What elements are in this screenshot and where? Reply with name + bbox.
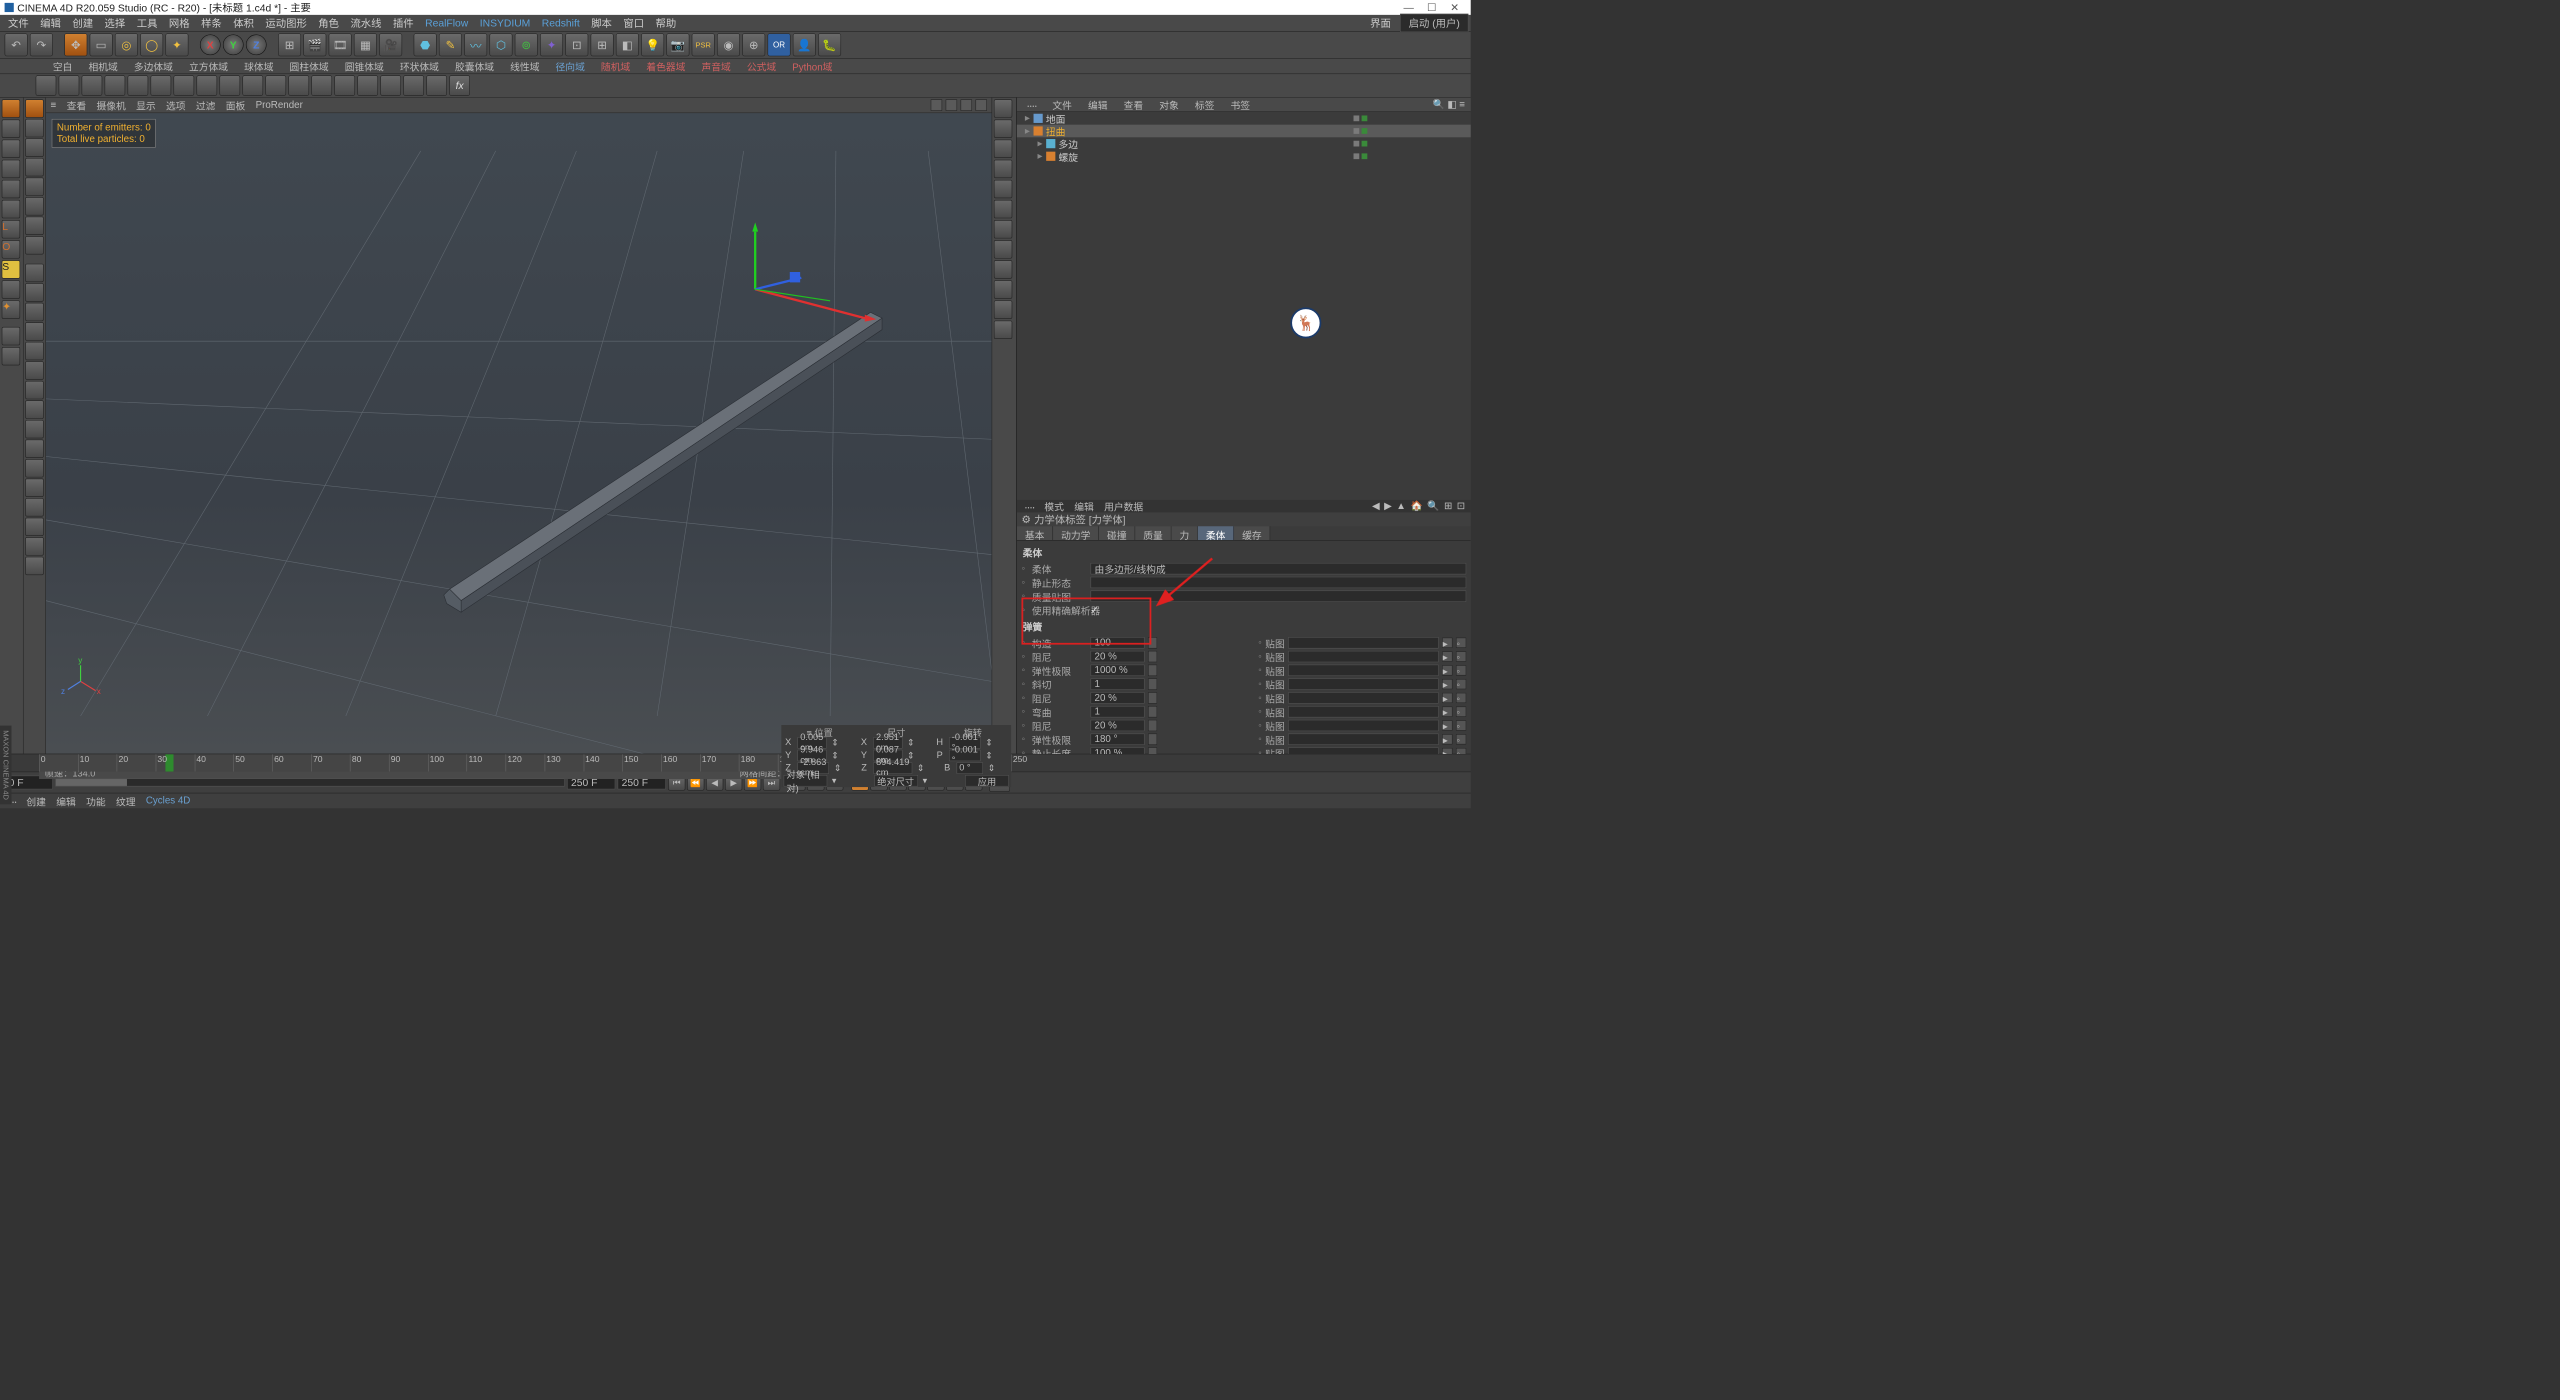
size-mode[interactable]: 绝对尺寸: [874, 775, 918, 786]
property-row[interactable]: ◦静止形态: [1021, 576, 1466, 590]
property-row[interactable]: ◦柔体由多边形/线构成: [1021, 562, 1466, 576]
attribute-menu[interactable]: ᠁模式编辑用户数据 ◀▶▲🏠🔍⊞⊡: [1017, 500, 1471, 513]
redo-button[interactable]: ↷: [30, 33, 53, 56]
brand-sidebar: MAXON CINEMA 4D: [0, 725, 11, 804]
close-button[interactable]: ✕: [1443, 1, 1466, 13]
property-row[interactable]: ◦弯曲1◦贴图▸◦: [1021, 705, 1466, 719]
x-axis[interactable]: X: [200, 34, 221, 55]
property-row[interactable]: ◦静止长度100 %◦贴图▸◦: [1021, 746, 1466, 753]
y-axis[interactable]: Y: [223, 34, 244, 55]
object-row[interactable]: ▸扭曲: [1017, 125, 1471, 138]
property-row[interactable]: ◦阻尼20 %◦贴图▸◦: [1021, 650, 1466, 664]
property-row[interactable]: ◦构造100◦贴图▸◦: [1021, 636, 1466, 650]
property-row[interactable]: ◦阻尼20 %◦贴图▸◦: [1021, 719, 1466, 733]
field-tabs[interactable]: 空白相机域多边体域立方体域球体域圆柱体域圆锥体域环状体域胶囊体域线性域径向域随机…: [0, 59, 1471, 75]
coord-mode[interactable]: 对象 (相对): [784, 775, 828, 786]
main-menu[interactable]: 文件编辑创建选择工具网格样条体积运动图形角色流水线插件RealFlowINSYD…: [0, 15, 1471, 31]
layout-select[interactable]: 启动 (用户): [1400, 14, 1468, 32]
coordinates-panel: ≡ 位置尺寸旋转 X0.005 cm⇕X2.951 cm⇕H-0.001 °⇕Y…: [781, 725, 1011, 787]
material-tabs[interactable]: ᠁创建编辑功能纹理Cycles 4D: [0, 793, 1471, 809]
svg-text:z: z: [61, 687, 65, 696]
z-axis[interactable]: Z: [246, 34, 267, 55]
object-row[interactable]: ▸螺旋: [1017, 150, 1471, 163]
left-toolbar-2: [24, 98, 46, 754]
svg-text:x: x: [97, 687, 101, 696]
object-row[interactable]: ▸地面: [1017, 112, 1471, 125]
maximize-button[interactable]: ☐: [1420, 1, 1443, 13]
app-title: CINEMA 4D R20.059 Studio (RC - R20) - [未…: [17, 0, 311, 15]
right-viewport-tools: [992, 98, 1017, 754]
minimize-button[interactable]: —: [1397, 1, 1420, 13]
attribute-tabs[interactable]: 基本动力学碰撞质量力柔体缓存: [1017, 526, 1471, 540]
toolbar-main: ↶↷ ✥ ▭◎◯✦ X Y Z ⊞🎬🎞▦🎥 ⬣✎〰⬡⊚✦⊡⊞◧💡📷 PSR◉⊕ …: [0, 31, 1471, 59]
property-row[interactable]: ◦弹性极限1000 %◦贴图▸◦: [1021, 664, 1466, 678]
left-toolbar-1: LOS✦: [0, 98, 24, 754]
property-row[interactable]: ◦斜切1◦贴图▸◦: [1021, 677, 1466, 691]
watermark-icon: 🦌: [1290, 307, 1321, 338]
apply-button[interactable]: 应用: [965, 775, 1009, 786]
viewport-menu[interactable]: ≡查看摄像机显示选项过滤面板ProRender: [46, 98, 992, 114]
object-manager-tabs[interactable]: ᠁文件编辑查看对象标签书签 🔍 ◧ ≡: [1017, 98, 1471, 112]
object-tree[interactable]: ▸地面▸扭曲▸多边▸螺旋 🦌: [1017, 112, 1471, 500]
property-row[interactable]: ◦质量贴图: [1021, 589, 1466, 603]
svg-text:y: y: [78, 656, 83, 665]
property-row[interactable]: ◦弹性极限180 °◦贴图▸◦: [1021, 732, 1466, 746]
select-tool[interactable]: ✥: [64, 33, 87, 56]
particle-overlay: Number of emitters: 0Total live particle…: [52, 119, 156, 148]
undo-button[interactable]: ↶: [5, 33, 28, 56]
object-row[interactable]: ▸多边: [1017, 137, 1471, 150]
timeline-ruler[interactable]: 0102030405060708090100110120130140150160…: [0, 754, 1471, 772]
tag-title: 力学体标签 [力学体]: [1034, 512, 1125, 527]
property-row[interactable]: ◦阻尼20 %◦贴图▸◦: [1021, 691, 1466, 705]
tag-icon: ⚙: [1021, 513, 1030, 525]
toolbar-secondary: fx: [0, 74, 1471, 98]
viewport-3d[interactable]: x y z Number of emitters: 0Total live pa…: [46, 113, 992, 754]
